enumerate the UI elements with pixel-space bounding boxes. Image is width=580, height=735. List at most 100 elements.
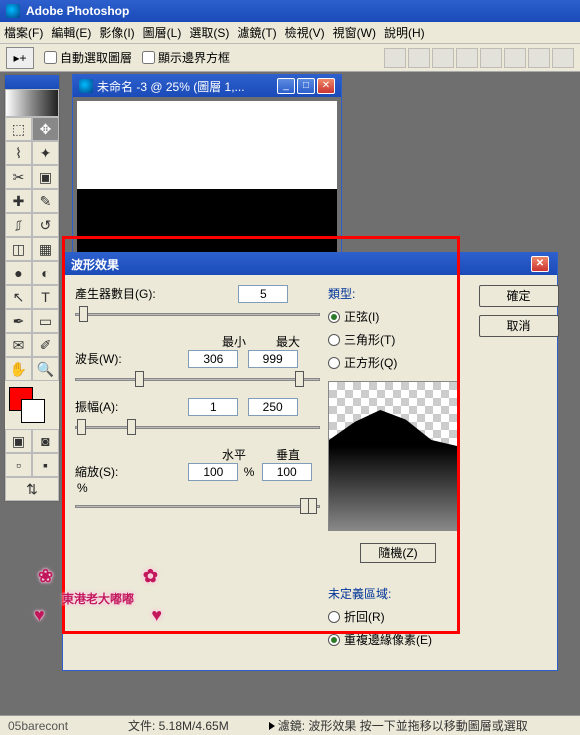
crop-tool-icon[interactable]: ✂ [5, 165, 32, 189]
generators-slider[interactable] [75, 305, 320, 323]
amplitude-label: 振幅(A): [75, 398, 165, 415]
dialog-close-button[interactable]: ✕ [531, 256, 549, 272]
close-button[interactable]: ✕ [317, 78, 335, 94]
screen-mode-icon[interactable]: ▪ [32, 453, 59, 477]
amplitude-max-input[interactable] [248, 398, 298, 416]
toolbox-header[interactable] [5, 75, 59, 89]
scale-h-input[interactable] [188, 463, 238, 481]
dialog-titlebar[interactable]: 波形效果 ✕ [63, 253, 557, 275]
menu-select[interactable]: 選取(S) [189, 24, 229, 41]
wavelength-max-input[interactable] [248, 350, 298, 368]
notes-tool-icon[interactable]: ✉ [5, 333, 32, 357]
type-triangle-radio[interactable]: 三角形(T) [328, 331, 468, 348]
marquee-tool-icon[interactable]: ⬚ [5, 117, 32, 141]
background-swatch[interactable] [21, 399, 45, 423]
randomize-button[interactable]: 隨機(Z) [360, 543, 436, 563]
align-btn[interactable] [408, 48, 430, 68]
pct-label: % [244, 465, 255, 479]
align-btn[interactable] [480, 48, 502, 68]
show-bounds-label: 顯示邊界方框 [158, 49, 230, 66]
menu-layer[interactable]: 圖層(L) [143, 24, 182, 41]
canvas-white-area [77, 101, 337, 189]
menu-filter[interactable]: 濾鏡(T) [237, 24, 276, 41]
amplitude-slider[interactable] [75, 418, 320, 436]
tool-preview[interactable]: ▸+ [6, 47, 34, 69]
standard-mode-icon[interactable]: ▣ [5, 429, 32, 453]
wave-filter-dialog: 波形效果 ✕ 產生器數目(G): 最小 最大 波長(W): [62, 252, 558, 671]
align-btn[interactable] [528, 48, 550, 68]
generators-label: 產生器數目(G): [75, 285, 165, 302]
document-titlebar[interactable]: 未命名 -3 @ 25% (圖層 1,... _ □ ✕ [73, 75, 341, 97]
menu-image[interactable]: 影像(I) [99, 24, 134, 41]
document-title-text: 未命名 -3 @ 25% (圖層 1,... [97, 78, 273, 95]
wavelength-min-input[interactable] [188, 350, 238, 368]
path-tool-icon[interactable]: ↖ [5, 285, 32, 309]
jump-to-icon[interactable]: ⇅ [5, 477, 59, 501]
undef-repeat-label: 重複邊緣像素(E) [344, 631, 432, 648]
radio-icon[interactable] [328, 311, 340, 323]
align-btn[interactable] [456, 48, 478, 68]
statusbar: 05barecont 文件: 5.18M/4.65M 濾鏡: 波形效果 按一下並… [0, 715, 580, 735]
brush-tool-icon[interactable]: ✎ [32, 189, 59, 213]
quickmask-mode-icon[interactable]: ◙ [32, 429, 59, 453]
eraser-tool-icon[interactable]: ◫ [5, 237, 32, 261]
heal-tool-icon[interactable]: ✚ [5, 189, 32, 213]
scale-v-input[interactable] [262, 463, 312, 481]
gradient-tool-icon[interactable]: ▦ [32, 237, 59, 261]
stamp-tool-icon[interactable]: ⎎ [5, 213, 32, 237]
zoom-tool-icon[interactable]: 🔍 [32, 357, 59, 381]
document-window: 未命名 -3 @ 25% (圖層 1,... _ □ ✕ [72, 74, 342, 264]
type-sine-radio[interactable]: 正弦(I) [328, 308, 468, 325]
radio-icon[interactable] [328, 334, 340, 346]
type-tool-icon[interactable]: T [32, 285, 59, 309]
pen-tool-icon[interactable]: ✒ [5, 309, 32, 333]
type-square-radio[interactable]: 正方形(Q) [328, 354, 468, 371]
align-btn[interactable] [552, 48, 574, 68]
minimize-button[interactable]: _ [277, 78, 295, 94]
min-label: 最小 [222, 333, 246, 350]
canvas-gradient-area [77, 189, 337, 259]
eyedropper-tool-icon[interactable]: ✐ [32, 333, 59, 357]
menu-help[interactable]: 說明(H) [384, 24, 425, 41]
align-btn[interactable] [384, 48, 406, 68]
generators-input[interactable] [238, 285, 288, 303]
dodge-tool-icon[interactable]: ◐ [32, 261, 59, 285]
screen-mode-icon[interactable]: ▫ [5, 453, 32, 477]
ok-button[interactable]: 確定 [479, 285, 559, 307]
shape-tool-icon[interactable]: ▭ [32, 309, 59, 333]
menu-file[interactable]: 檔案(F) [4, 24, 43, 41]
menu-view[interactable]: 檢視(V) [285, 24, 325, 41]
menu-edit[interactable]: 編輯(E) [51, 24, 91, 41]
wand-tool-icon[interactable]: ✦ [32, 141, 59, 165]
radio-icon[interactable] [328, 611, 340, 623]
radio-icon[interactable] [328, 634, 340, 646]
amplitude-min-input[interactable] [188, 398, 238, 416]
scale-slider[interactable] [75, 497, 320, 515]
show-bounds-cb[interactable] [142, 51, 155, 64]
app-titlebar: Adobe Photoshop [0, 0, 580, 22]
hand-tool-icon[interactable]: ✋ [5, 357, 32, 381]
horiz-label: 水平 [222, 446, 246, 463]
scale-label: 縮放(S): [75, 463, 165, 480]
color-swatches[interactable] [5, 381, 59, 429]
radio-icon[interactable] [328, 357, 340, 369]
auto-select-checkbox[interactable] [44, 51, 57, 64]
auto-select-layer-checkbox[interactable]: 自動選取圖層 [44, 49, 132, 66]
move-tool-icon[interactable]: ✥ [32, 117, 59, 141]
align-btn[interactable] [504, 48, 526, 68]
maximize-button[interactable]: □ [297, 78, 315, 94]
lasso-tool-icon[interactable]: ⌇ [5, 141, 32, 165]
undef-repeat-radio[interactable]: 重複邊緣像素(E) [328, 631, 468, 648]
document-canvas[interactable] [73, 97, 341, 263]
wavelength-slider[interactable] [75, 370, 320, 388]
blur-tool-icon[interactable]: ● [5, 261, 32, 285]
align-btn[interactable] [432, 48, 454, 68]
undef-wrap-radio[interactable]: 折回(R) [328, 608, 468, 625]
slice-tool-icon[interactable]: ▣ [32, 165, 59, 189]
show-bounds-checkbox[interactable]: 顯示邊界方框 [142, 49, 230, 66]
cancel-button[interactable]: 取消 [479, 315, 559, 337]
pct-label: % [77, 481, 88, 495]
history-brush-icon[interactable]: ↺ [32, 213, 59, 237]
undef-wrap-label: 折回(R) [344, 608, 385, 625]
menu-window[interactable]: 視窗(W) [333, 24, 376, 41]
